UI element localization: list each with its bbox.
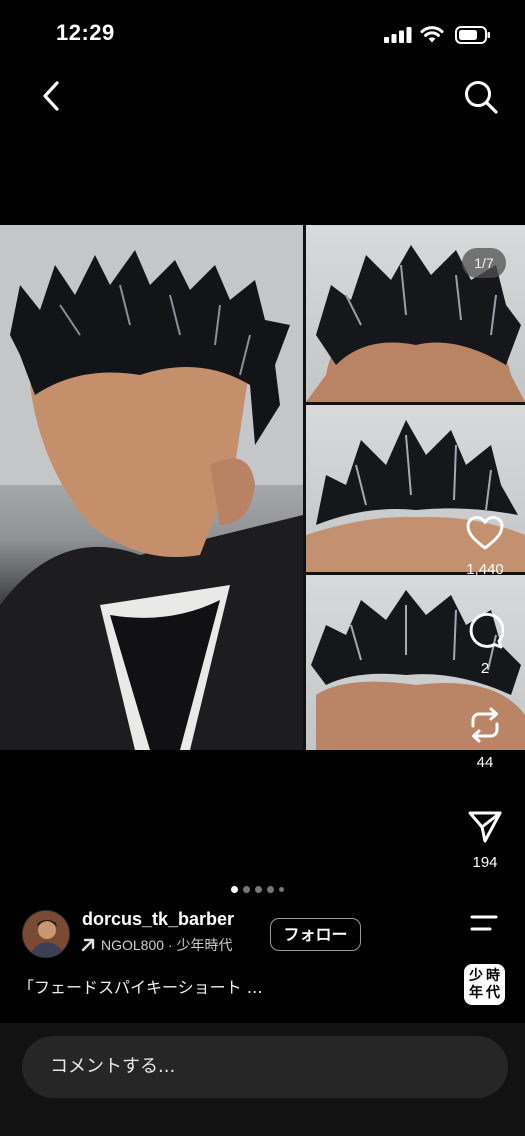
- comment-count: 2: [480, 660, 490, 677]
- author-avatar[interactable]: [22, 910, 70, 958]
- music-attribution[interactable]: NGOL800 · 少年時代: [80, 935, 232, 955]
- music-tile-char: 少: [469, 967, 483, 984]
- more-options-button[interactable]: [468, 912, 500, 936]
- carousel-dot: [255, 885, 262, 893]
- wifi-icon: [420, 26, 444, 43]
- follow-button[interactable]: フォロー: [270, 918, 361, 951]
- like-button[interactable]: 1,440: [458, 515, 512, 578]
- author-username[interactable]: dorcus_tk_barber: [82, 909, 234, 930]
- music-tile-char: 年: [469, 985, 483, 1002]
- carousel-dot-active: [231, 885, 238, 893]
- like-count: 1,440: [466, 561, 504, 578]
- menu-lines-icon: [470, 915, 498, 931]
- comment-button[interactable]: 2: [458, 612, 512, 677]
- carousel-dot: [267, 885, 274, 893]
- carousel-page-indicator: [231, 885, 284, 893]
- post-media-carousel[interactable]: [0, 225, 525, 750]
- comment-input[interactable]: コメントする...: [22, 1036, 508, 1098]
- music-album-tile[interactable]: 少 時 年 代: [464, 964, 505, 1005]
- music-tile-char: 時: [486, 967, 500, 984]
- status-bar: 12:29: [0, 0, 525, 64]
- comment-bubble-icon: [469, 612, 504, 649]
- repost-count: 44: [476, 754, 494, 771]
- repost-icon: [471, 707, 499, 743]
- battery-icon: [455, 26, 490, 44]
- share-count: 194: [472, 854, 498, 871]
- share-button[interactable]: 194: [458, 810, 512, 871]
- arrow-up-right-icon: [81, 938, 95, 952]
- search-icon: [465, 81, 498, 114]
- comment-bar: コメントする...: [0, 1023, 525, 1136]
- post-photo-main: [0, 225, 303, 750]
- carousel-dot: [279, 886, 284, 892]
- post-caption[interactable]: 「フェードスパイキーショート …: [18, 974, 263, 998]
- music-tile-char: 代: [486, 985, 500, 1002]
- back-button[interactable]: [34, 78, 70, 114]
- cellular-signal-icon: [384, 27, 412, 43]
- chevron-left-icon: [43, 81, 59, 111]
- heart-icon: [466, 516, 504, 550]
- send-paper-plane-icon: [468, 811, 502, 843]
- repost-button[interactable]: 44: [458, 706, 512, 771]
- status-time: 12:29: [56, 20, 115, 45]
- music-text: NGOL800 · 少年時代: [101, 937, 233, 953]
- carousel-dot: [243, 885, 250, 893]
- page-counter-badge: 1/7: [462, 248, 506, 278]
- search-button[interactable]: [462, 78, 500, 116]
